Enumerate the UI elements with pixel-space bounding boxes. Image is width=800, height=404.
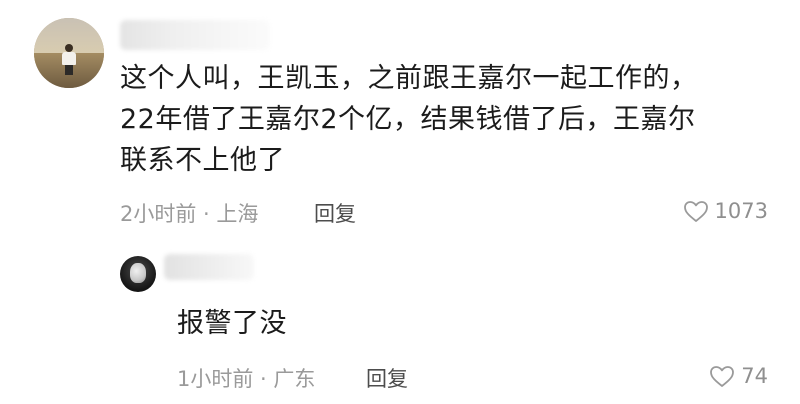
reply-like-button[interactable]: 74	[709, 364, 768, 388]
avatar-person-figure	[62, 44, 76, 75]
avatar-person-shirt	[62, 52, 76, 65]
comment-text-line: 这个人叫，王凯玉，之前跟王嘉尔一起工作的，	[120, 63, 698, 94]
reply-button[interactable]: 回复	[314, 198, 356, 228]
comment-text-line: 22年借了王嘉尔2个亿，结果钱借了后，王嘉尔	[120, 104, 696, 135]
reply-commenter-avatar[interactable]	[120, 256, 156, 292]
like-count: 1073	[714, 199, 768, 223]
commenter-username-blurred[interactable]	[120, 20, 270, 50]
heart-outline-icon	[710, 365, 735, 387]
heart-outline-icon	[683, 200, 708, 222]
avatar-person-head	[65, 44, 73, 52]
reply-like-count: 74	[741, 364, 768, 388]
avatar-figure	[130, 263, 146, 283]
comment-text-line: 联系不上他了	[120, 145, 285, 176]
comment-text: 这个人叫，王凯玉，之前跟王嘉尔一起工作的， 22年借了王嘉尔2个亿，结果钱借了后…	[120, 58, 780, 181]
like-button[interactable]: 1073	[683, 199, 768, 223]
reply-meta: 1小时前 · 广东	[177, 367, 316, 391]
comment-meta: 2小时前 · 上海	[120, 202, 259, 226]
avatar-person-legs	[65, 65, 73, 75]
reply-text: 报警了没	[177, 308, 287, 339]
commenter-avatar[interactable]	[34, 18, 104, 88]
reply-username-blurred[interactable]	[164, 254, 254, 280]
reply-to-reply-button[interactable]: 回复	[366, 363, 408, 393]
comment-item: 这个人叫，王凯玉，之前跟王嘉尔一起工作的， 22年借了王嘉尔2个亿，结果钱借了后…	[0, 0, 800, 240]
